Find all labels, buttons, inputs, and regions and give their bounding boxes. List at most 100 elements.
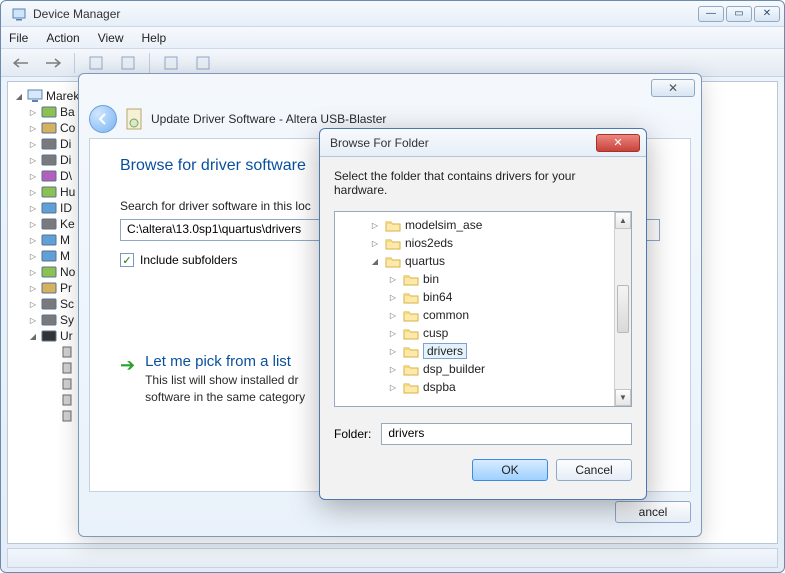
folder-label: dspba <box>423 380 456 394</box>
tb-icon[interactable] <box>114 52 142 74</box>
tree-item-label: Sc <box>60 297 74 311</box>
device-icon <box>41 185 57 199</box>
scroll-thumb[interactable] <box>617 285 629 333</box>
back-icon[interactable] <box>7 52 35 74</box>
device-icon <box>41 265 57 279</box>
caret-icon[interactable]: ▷ <box>387 275 399 284</box>
caret-icon[interactable]: ▷ <box>28 236 38 245</box>
usb-icon <box>59 345 75 359</box>
dm-statusbar <box>7 548 778 568</box>
caret-icon[interactable]: ▷ <box>387 311 399 320</box>
folder-tree-item[interactable]: ▷common <box>337 306 612 324</box>
folder-label: nios2eds <box>405 236 453 250</box>
folder-tree-item[interactable]: ▷drivers <box>337 342 612 360</box>
folder-tree-item[interactable]: ▷ nios2eds <box>337 234 612 252</box>
bff-instruction: Select the folder that contains drivers … <box>334 169 632 197</box>
scroll-up-icon[interactable]: ▲ <box>615 212 631 229</box>
folder-tree-item[interactable]: ▷bin <box>337 270 612 288</box>
caret-icon[interactable]: ◢ <box>28 332 38 341</box>
wiz-back-button[interactable] <box>89 105 117 133</box>
folder-icon <box>403 273 419 286</box>
tb-icon[interactable] <box>189 52 217 74</box>
device-icon <box>41 169 57 183</box>
tree-item-label: Ba <box>60 105 75 119</box>
caret-icon[interactable]: ▷ <box>28 172 38 181</box>
usb-icon <box>59 377 75 391</box>
bff-folder-tree[interactable]: ▷ modelsim_ase ▷ nios2eds ◢ quartus ▷bin▷bin64… <box>334 211 632 407</box>
caret-icon[interactable]: ▷ <box>387 293 399 302</box>
arrow-right-icon: ➔ <box>120 355 135 406</box>
wiz-cancel-button[interactable]: ancel <box>615 501 691 523</box>
folder-tree-item[interactable]: ▷bin64 <box>337 288 612 306</box>
caret-icon[interactable]: ▷ <box>28 108 38 117</box>
caret-icon[interactable]: ▷ <box>28 188 38 197</box>
tree-item-label: D\ <box>60 169 72 183</box>
menu-view[interactable]: View <box>98 31 124 45</box>
browse-for-folder-dialog: Browse For Folder ✕ Select the folder th… <box>319 128 647 500</box>
caret-icon[interactable]: ▷ <box>28 204 38 213</box>
caret-icon[interactable]: ▷ <box>28 156 38 165</box>
bff-ok-button[interactable]: OK <box>472 459 548 481</box>
folder-icon <box>385 219 401 232</box>
device-icon <box>41 297 57 311</box>
caret-icon[interactable]: ▷ <box>28 220 38 229</box>
wiz-option-desc: This list will show installed dr softwar… <box>145 372 305 406</box>
tree-item-label: M <box>60 249 70 263</box>
menu-file[interactable]: File <box>9 31 28 45</box>
wiz-titlebar[interactable]: ✕ <box>79 74 701 102</box>
folder-icon <box>403 381 419 394</box>
toolbar-separator <box>74 53 75 73</box>
include-subfolders-checkbox[interactable]: ✓ <box>120 253 134 267</box>
wiz-title: Update Driver Software - Altera USB-Blas… <box>151 112 386 126</box>
bff-cancel-button[interactable]: Cancel <box>556 459 632 481</box>
folder-tree-item[interactable]: ▷dsp_builder <box>337 360 612 378</box>
folder-icon <box>385 237 401 250</box>
folder-tree-item[interactable]: ▷cusp <box>337 324 612 342</box>
scroll-track[interactable] <box>615 229 631 389</box>
bff-folder-input[interactable]: drivers <box>381 423 632 445</box>
wiz-close-button[interactable]: ✕ <box>651 79 695 97</box>
bff-titlebar[interactable]: Browse For Folder ✕ <box>320 129 646 157</box>
dm-menubar: File Action View Help <box>1 27 784 49</box>
caret-icon[interactable]: ▷ <box>28 316 38 325</box>
caret-icon[interactable]: ▷ <box>28 284 38 293</box>
forward-icon[interactable] <box>39 52 67 74</box>
caret-icon[interactable]: ▷ <box>387 365 399 374</box>
caret-icon[interactable]: ▷ <box>28 268 38 277</box>
caret-icon[interactable]: ▷ <box>387 329 399 338</box>
folder-label: modelsim_ase <box>405 218 482 232</box>
tb-icon[interactable] <box>157 52 185 74</box>
tree-item-label: No <box>60 265 75 279</box>
device-icon <box>41 249 57 263</box>
caret-icon[interactable]: ▷ <box>369 221 381 230</box>
caret-icon[interactable]: ▷ <box>28 252 38 261</box>
caret-icon[interactable]: ▷ <box>387 383 399 392</box>
menu-help[interactable]: Help <box>142 31 167 45</box>
driver-disc-icon <box>125 108 143 130</box>
caret-icon[interactable]: ◢ <box>369 257 381 266</box>
caret-icon[interactable]: ▷ <box>28 300 38 309</box>
bff-folder-value: drivers <box>388 426 424 440</box>
caret-open-icon[interactable]: ◢ <box>14 92 24 101</box>
dm-titlebar[interactable]: Device Manager — ▭ ✕ <box>1 1 784 27</box>
folder-label: quartus <box>405 254 445 268</box>
bff-scrollbar[interactable]: ▲ ▼ <box>614 212 631 406</box>
folder-tree-item[interactable]: ▷ dspba <box>337 378 612 396</box>
caret-icon[interactable]: ▷ <box>369 239 381 248</box>
folder-icon <box>403 291 419 304</box>
tb-icon[interactable] <box>82 52 110 74</box>
folder-tree-item[interactable]: ▷ modelsim_ase <box>337 216 612 234</box>
close-button[interactable]: ✕ <box>754 6 780 22</box>
minimize-button[interactable]: — <box>698 6 724 22</box>
caret-icon[interactable]: ▷ <box>387 347 399 356</box>
device-icon <box>41 313 57 327</box>
scroll-down-icon[interactable]: ▼ <box>615 389 631 406</box>
caret-icon[interactable]: ▷ <box>28 124 38 133</box>
caret-icon[interactable]: ▷ <box>28 140 38 149</box>
folder-tree-item[interactable]: ◢ quartus <box>337 252 612 270</box>
maximize-button[interactable]: ▭ <box>726 6 752 22</box>
menu-action[interactable]: Action <box>46 31 79 45</box>
dm-title: Device Manager <box>33 7 696 21</box>
bff-close-button[interactable]: ✕ <box>596 134 640 152</box>
tree-item-label: Pr <box>60 281 72 295</box>
